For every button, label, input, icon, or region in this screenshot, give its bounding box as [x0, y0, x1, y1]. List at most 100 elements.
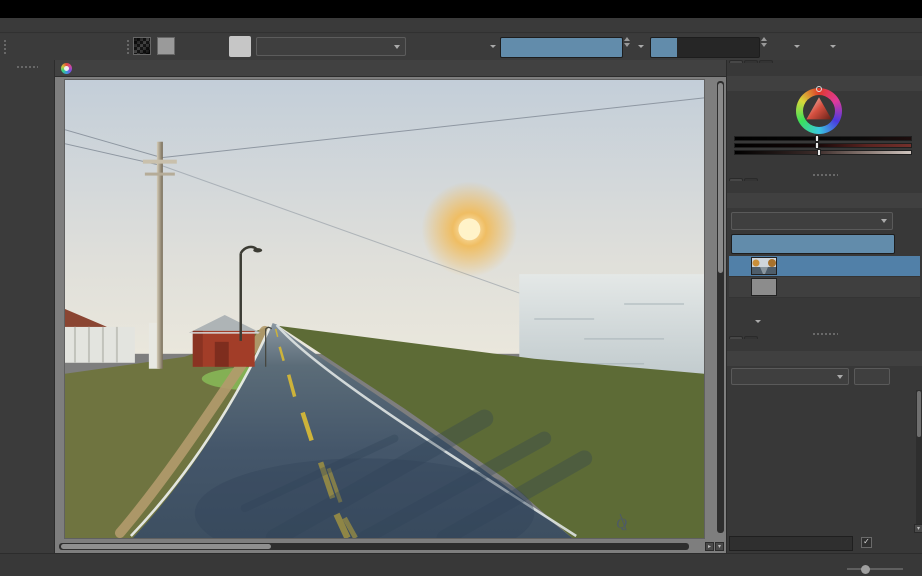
- undo-button[interactable]: [84, 36, 104, 56]
- layers-docker-header[interactable]: [727, 193, 922, 208]
- lock-icon[interactable]: [872, 280, 886, 294]
- opacity-spinner[interactable]: [624, 37, 630, 47]
- tab-brush-presets[interactable]: [729, 336, 743, 339]
- tab-brush-preset-history[interactable]: [744, 336, 758, 339]
- size-spinner[interactable]: [761, 37, 767, 47]
- pattern-swatch[interactable]: [157, 37, 175, 55]
- tab-channels[interactable]: [744, 178, 758, 181]
- chevron-down-icon[interactable]: [490, 45, 496, 48]
- toolbox-grip[interactable]: [16, 65, 38, 69]
- display-settings-icon[interactable]: [908, 369, 921, 382]
- brush-presets-docker-header[interactable]: [727, 351, 922, 366]
- brush-filter-select[interactable]: [731, 368, 849, 385]
- tab-overview[interactable]: [759, 60, 773, 63]
- brush-grid-scrollbar[interactable]: ▾: [914, 390, 922, 533]
- inherit-alpha-icon[interactable]: [904, 280, 918, 294]
- splitter-handle[interactable]: [811, 332, 838, 335]
- chevron-down-icon[interactable]: [755, 319, 761, 323]
- tag-button[interactable]: [854, 368, 890, 385]
- trim-to-image-button[interactable]: [845, 36, 865, 56]
- canvas-rotation-reset-icon[interactable]: [690, 557, 706, 573]
- lock-icon[interactable]: [872, 259, 886, 273]
- duplicate-layer-button[interactable]: [765, 307, 785, 327]
- toolbar-grip[interactable]: [3, 39, 7, 55]
- layer-opacity-slider[interactable]: [731, 234, 895, 254]
- visibility-eye-icon[interactable]: [732, 279, 748, 295]
- alpha-lock-icon[interactable]: [888, 280, 902, 294]
- close-docker-icon[interactable]: [907, 353, 918, 364]
- redo-button[interactable]: [106, 36, 126, 56]
- value-bar[interactable]: [734, 149, 912, 156]
- lightness-bar[interactable]: [734, 135, 912, 142]
- layer-row-background[interactable]: [729, 277, 920, 298]
- color-history-icon[interactable]: [732, 161, 743, 172]
- layer-menu-icon[interactable]: [900, 235, 916, 251]
- tab-tool-options[interactable]: [744, 60, 758, 63]
- mirror-vertical-button[interactable]: [806, 36, 826, 56]
- visibility-eye-icon[interactable]: [732, 258, 748, 274]
- selector-settings-icon[interactable]: [733, 94, 745, 106]
- mute-icon: [856, 3, 868, 15]
- workspace-chooser-button[interactable]: [898, 36, 918, 56]
- save-button[interactable]: [58, 36, 78, 56]
- canvas-vertical-scrollbar[interactable]: [717, 81, 724, 533]
- mirror-horizontal-button[interactable]: [772, 36, 792, 56]
- selection-display-icon[interactable]: [5, 558, 20, 573]
- status-bar: [0, 553, 922, 576]
- preserve-alpha-button[interactable]: [440, 36, 460, 56]
- close-docker-icon[interactable]: [907, 195, 918, 206]
- layer-blending-mode-select[interactable]: [731, 212, 893, 230]
- move-layer-up-button[interactable]: [813, 307, 833, 327]
- scroll-right-icon[interactable]: ▸: [705, 542, 714, 551]
- gradient-swatch[interactable]: [133, 37, 151, 55]
- zoom-slider-handle[interactable]: [861, 564, 870, 574]
- android-status-bar: [0, 0, 922, 18]
- canvas-horizontal-scrollbar[interactable]: [59, 543, 689, 550]
- layer-filter-icon[interactable]: [900, 211, 917, 228]
- opacity-slider[interactable]: [500, 37, 623, 58]
- layer-properties-button[interactable]: [837, 307, 857, 327]
- canvas-window-titlebar[interactable]: [55, 60, 726, 77]
- docker-lock-icon[interactable]: [731, 195, 742, 206]
- close-docker-icon[interactable]: [907, 78, 918, 89]
- edit-brush-settings-button[interactable]: [229, 36, 251, 57]
- delete-layer-button[interactable]: [897, 307, 917, 327]
- brush-search-input[interactable]: [729, 536, 853, 551]
- float-docker-icon[interactable]: [891, 195, 902, 206]
- splitter-handle[interactable]: [811, 173, 838, 176]
- tiles-icon[interactable]: [33, 560, 45, 572]
- alpha-lock-icon[interactable]: [888, 259, 902, 273]
- zoom-slider[interactable]: [847, 564, 903, 574]
- filter-in-tag-checkbox[interactable]: ✓: [861, 537, 875, 548]
- gradient-chooser-icon[interactable]: [207, 36, 227, 56]
- chevron-down-icon[interactable]: [794, 45, 800, 48]
- chevron-down-icon[interactable]: [638, 45, 644, 48]
- no-color-icon[interactable]: [906, 161, 917, 172]
- color-wheel[interactable]: [796, 86, 842, 134]
- close-icon[interactable]: [706, 61, 720, 75]
- eraser-mode-button[interactable]: [412, 36, 432, 56]
- docker-lock-icon[interactable]: [731, 353, 742, 364]
- saturation-bar[interactable]: [734, 142, 912, 149]
- zoom-mode-icon[interactable]: [900, 559, 913, 572]
- move-layer-down-button[interactable]: [789, 307, 809, 327]
- tab-advanced-colour-selector[interactable]: [729, 60, 743, 63]
- reload-preset-button[interactable]: [466, 36, 486, 56]
- float-docker-icon[interactable]: [891, 353, 902, 364]
- canvas-painting[interactable]: Q: [64, 79, 705, 539]
- blending-mode-select[interactable]: [256, 37, 406, 56]
- toolbar-grip[interactable]: [126, 39, 130, 55]
- inherit-alpha-icon[interactable]: [904, 259, 918, 273]
- open-document-button[interactable]: [34, 36, 54, 56]
- brush-size-slider[interactable]: [650, 37, 760, 58]
- new-document-button[interactable]: [10, 36, 30, 56]
- foreground-background-colors[interactable]: [181, 36, 203, 56]
- docker-lock-icon[interactable]: [731, 78, 742, 89]
- float-docker-icon[interactable]: [891, 78, 902, 89]
- chevron-down-icon[interactable]: [830, 45, 836, 48]
- layer-row-base[interactable]: [729, 256, 920, 277]
- list-view-icon[interactable]: [894, 369, 909, 384]
- tab-layers[interactable]: [729, 178, 743, 181]
- add-layer-button[interactable]: [737, 307, 757, 327]
- scroll-down-icon[interactable]: ▾: [715, 542, 724, 551]
